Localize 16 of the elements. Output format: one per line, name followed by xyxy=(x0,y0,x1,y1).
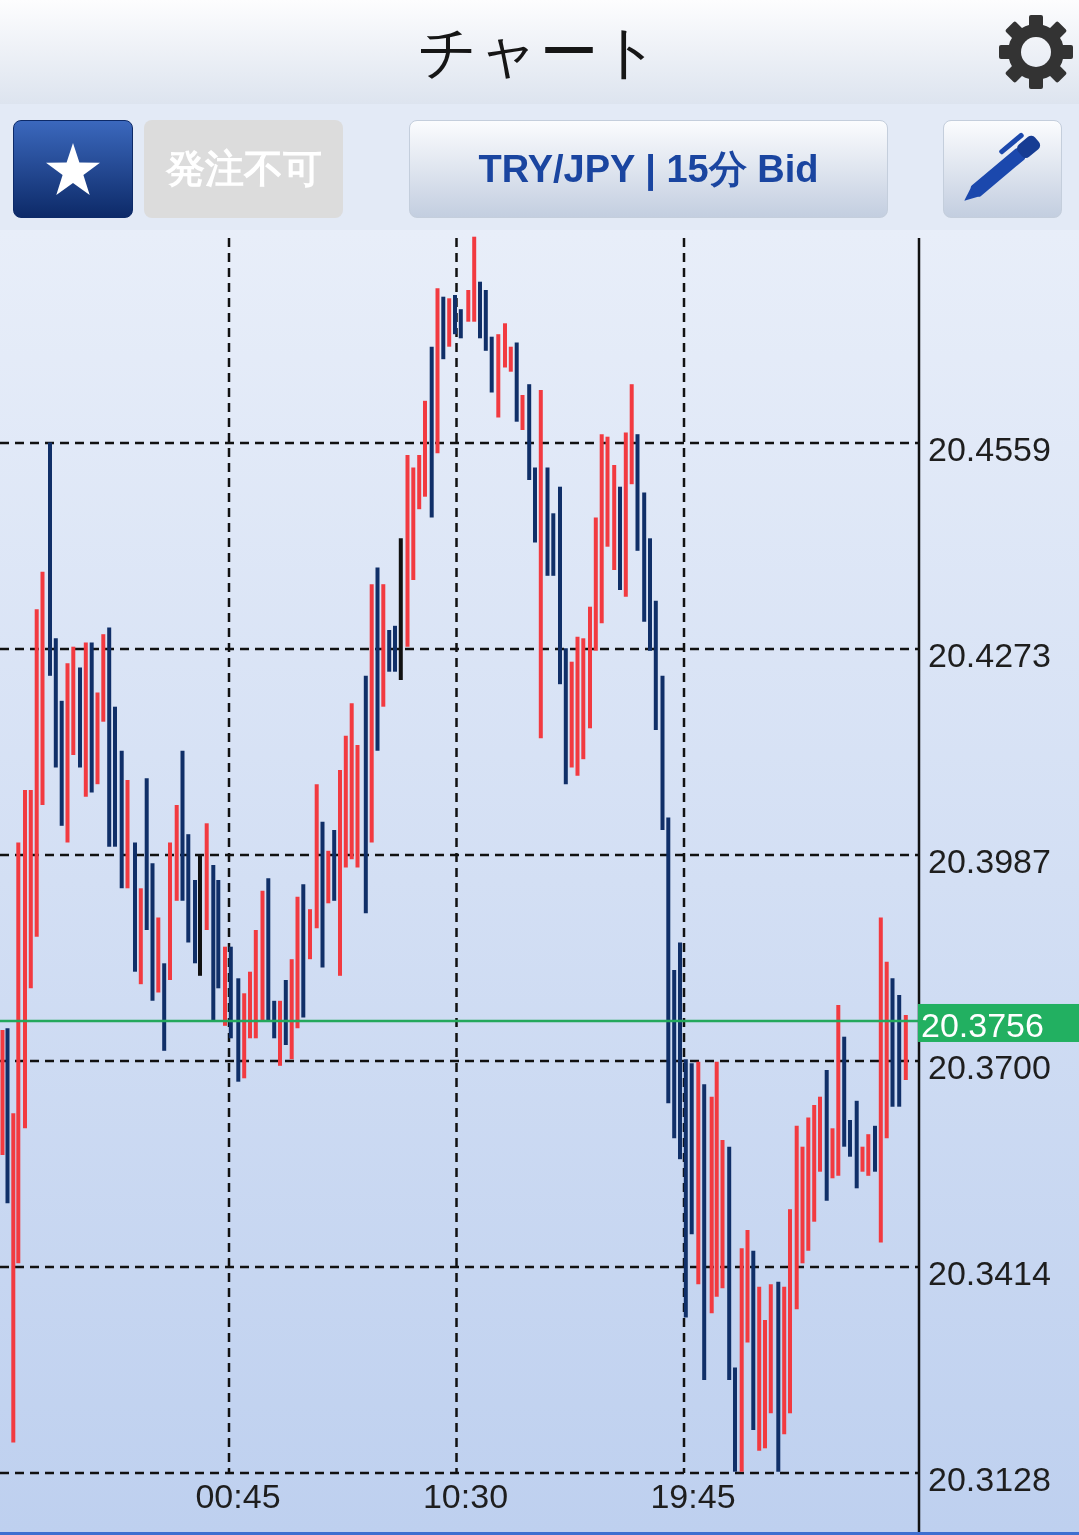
settings-icon[interactable] xyxy=(998,14,1074,90)
price-axis-label: 20.3128 xyxy=(928,1460,1051,1498)
price-axis-label: 20.4559 xyxy=(928,430,1051,468)
favorite-button[interactable] xyxy=(13,120,133,218)
price-axis-label: 20.3414 xyxy=(928,1254,1051,1292)
symbol-button[interactable]: TRY/JPY | 15分 Bid xyxy=(409,120,888,218)
star-icon xyxy=(46,143,100,195)
current-price-label: 20.3756 xyxy=(918,1004,1079,1044)
page-title: チャート xyxy=(417,23,662,81)
time-axis-label: 19:45 xyxy=(650,1477,736,1515)
price-axis-label: 20.3700 xyxy=(928,1048,1051,1086)
price-axis-label: 20.4273 xyxy=(928,636,1051,674)
pen-button[interactable] xyxy=(943,120,1062,218)
price-axis-label: 20.3987 xyxy=(928,842,1051,880)
time-axis-label: 10:30 xyxy=(422,1477,509,1515)
time-axis-label: 00:45 xyxy=(195,1477,281,1515)
